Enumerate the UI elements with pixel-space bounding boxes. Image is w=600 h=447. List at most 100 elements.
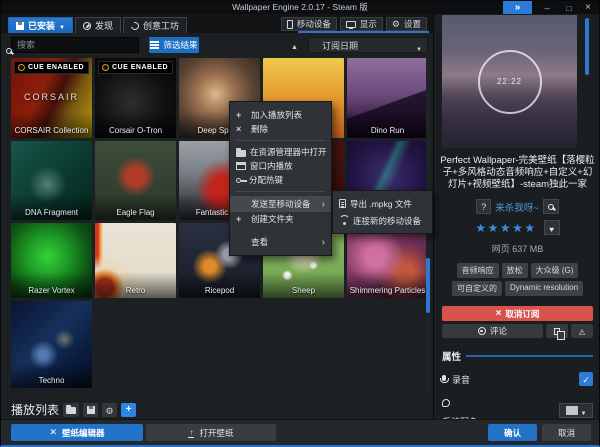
top-toolbar: 移动设备 显示 设置 [281, 17, 427, 31]
playlist-add-button[interactable] [121, 403, 136, 417]
tag-pill[interactable]: 可自定义的 [452, 281, 502, 296]
search-input[interactable] [12, 38, 138, 52]
preview-clock-ring: 22:22 [478, 50, 542, 114]
record-audio-checkbox[interactable] [579, 372, 593, 386]
report-button[interactable] [571, 324, 593, 338]
wallpaper-title: Ricepod [179, 272, 260, 298]
wallpaper-tile[interactable]: Techno [11, 301, 92, 388]
properties-header: 属性 [442, 349, 593, 363]
tab-discover-label: 发现 [95, 19, 113, 32]
wallpaper-title: Retro [95, 272, 176, 298]
tab-workshop[interactable]: 创意工坊 [123, 17, 187, 33]
preview-clock: 22:22 [497, 77, 522, 86]
save-icon [87, 406, 95, 414]
tab-discover[interactable]: 发现 [75, 17, 121, 33]
wallpaper-tile[interactable]: Dino Run [347, 58, 428, 138]
comment-button[interactable]: 评论 [442, 324, 543, 338]
open-wallpaper-button[interactable]: 打开壁纸 [146, 424, 276, 441]
minimize-button[interactable] [540, 1, 554, 14]
filter-icon [150, 41, 159, 43]
cue-logo-icon [102, 64, 109, 71]
wallpaper-title: Techno [11, 362, 92, 388]
panel-scrollbar-thumb[interactable] [585, 18, 589, 75]
context-menu-item[interactable]: 删除 [230, 122, 331, 136]
chevron-down-icon [59, 21, 65, 31]
wallpaper-editor-button[interactable]: 壁纸编辑器 [11, 424, 143, 441]
cue-logo-icon [18, 64, 25, 71]
context-menu-item[interactable]: 在资源管理器中打开 [230, 145, 331, 159]
wallpaper-title: DNA Fragment [11, 194, 92, 220]
steam-icon [478, 327, 486, 335]
tag-pill[interactable]: 大众级 (G) [531, 263, 579, 278]
playlist-label: 播放列表 [11, 401, 59, 418]
settings-button[interactable]: 设置 [386, 17, 427, 31]
menu-item-label: 查看 [251, 236, 268, 248]
context-menu-item[interactable]: 分配热键 [230, 173, 331, 187]
record-audio-label: 录音 [452, 373, 470, 386]
close-button[interactable] [581, 1, 595, 14]
menu-item-label: 删除 [251, 123, 268, 135]
playlist-open-folder-button[interactable] [63, 403, 79, 417]
submenu-arrow-icon [322, 237, 325, 248]
confirm-button[interactable]: 确认 [488, 424, 537, 441]
maximize-button[interactable] [562, 1, 576, 14]
wallpaper-tile[interactable]: Razer Vortex [11, 223, 92, 298]
grid-scrollbar-thumb[interactable] [426, 258, 430, 313]
menu-divider [236, 140, 325, 141]
confirm-label: 确认 [504, 427, 521, 439]
wallpaper-tile[interactable]: Retro [95, 223, 176, 298]
wallpaper-tile[interactable]: CUE ENABLED Corsair O-Tron [95, 58, 176, 138]
context-menu-item[interactable]: 创建文件夹 [230, 212, 331, 226]
open-wallpaper-label: 打开壁纸 [199, 427, 233, 439]
tab-installed-label: 已安装 [28, 19, 55, 32]
properties-title: 属性 [442, 349, 461, 363]
favorite-button[interactable] [544, 220, 560, 235]
tools-icon [49, 427, 57, 438]
mobile-device-button[interactable]: 移动设备 [281, 17, 337, 31]
context-menu-item[interactable]: 查看 [230, 235, 331, 249]
submenu-item[interactable]: 连接新的移动设备 [333, 212, 432, 229]
wallpaper-title: CORSAIR Collection [11, 112, 92, 138]
sort-asc-icon [291, 36, 298, 54]
menu-item-label: 发送至移动设备 [251, 198, 311, 210]
copy-button[interactable] [546, 324, 568, 338]
unsubscribe-button[interactable]: 取消订阅 [442, 306, 593, 321]
author-link[interactable]: 来杀我呀~ [495, 200, 539, 214]
menu-item-icon [236, 199, 247, 210]
rating-stars[interactable]: ★★★★★ [475, 221, 536, 235]
submenu-item[interactable]: 导出 .mpkg 文件 [333, 195, 432, 212]
filter-results-label: 筛选结果 [163, 39, 197, 51]
search-icon [548, 204, 554, 210]
wallpaper-title: Eagle Flag [95, 194, 176, 220]
tag-pill[interactable]: 放松 [502, 263, 528, 278]
playlist-settings-button[interactable] [102, 403, 117, 417]
sort-ascending-button[interactable] [287, 38, 302, 52]
upload-icon [188, 427, 194, 438]
tag-pill[interactable]: 音频响应 [457, 263, 499, 278]
filter-results-button[interactable]: 筛选结果 [149, 37, 199, 53]
color-dropdown[interactable] [559, 403, 593, 418]
menu-spacer [230, 226, 331, 235]
context-menu-item[interactable]: 发送至移动设备 [230, 196, 331, 212]
collapse-button[interactable] [503, 1, 532, 14]
wallpaper-tile[interactable]: Shimmering Particles [347, 223, 428, 298]
size-row: 网页 637 MB [434, 242, 600, 255]
wallpaper-tile[interactable]: CUE ENABLED CORSAIR CORSAIR Collection [11, 58, 92, 138]
check-icon [582, 370, 590, 388]
sort-by-dropdown[interactable]: 订阅日期 [308, 37, 428, 53]
titlebar: Wallpaper Engine 2.0.17 - Steam 版 [1, 1, 599, 14]
tab-workshop-label: 创意工坊 [143, 19, 179, 32]
playlist-save-button[interactable] [83, 403, 98, 417]
wallpaper-tile[interactable]: DNA Fragment [11, 141, 92, 220]
context-menu-item[interactable]: 窗口内播放 [230, 159, 331, 173]
submenu-item-icon [339, 217, 349, 225]
rating-row: ★★★★★ [434, 220, 600, 235]
tab-installed[interactable]: 已安装 [8, 17, 73, 33]
wallpaper-tile[interactable]: Eagle Flag [95, 141, 176, 220]
display-button[interactable]: 显示 [340, 17, 383, 31]
toolbar-underline [298, 31, 429, 33]
context-menu-item[interactable]: 加入播放列表 [230, 108, 331, 122]
search-author-button[interactable] [543, 199, 559, 214]
tag-pill[interactable]: Dynamic resolution [505, 281, 583, 296]
cancel-button[interactable]: 取消 [542, 424, 591, 441]
